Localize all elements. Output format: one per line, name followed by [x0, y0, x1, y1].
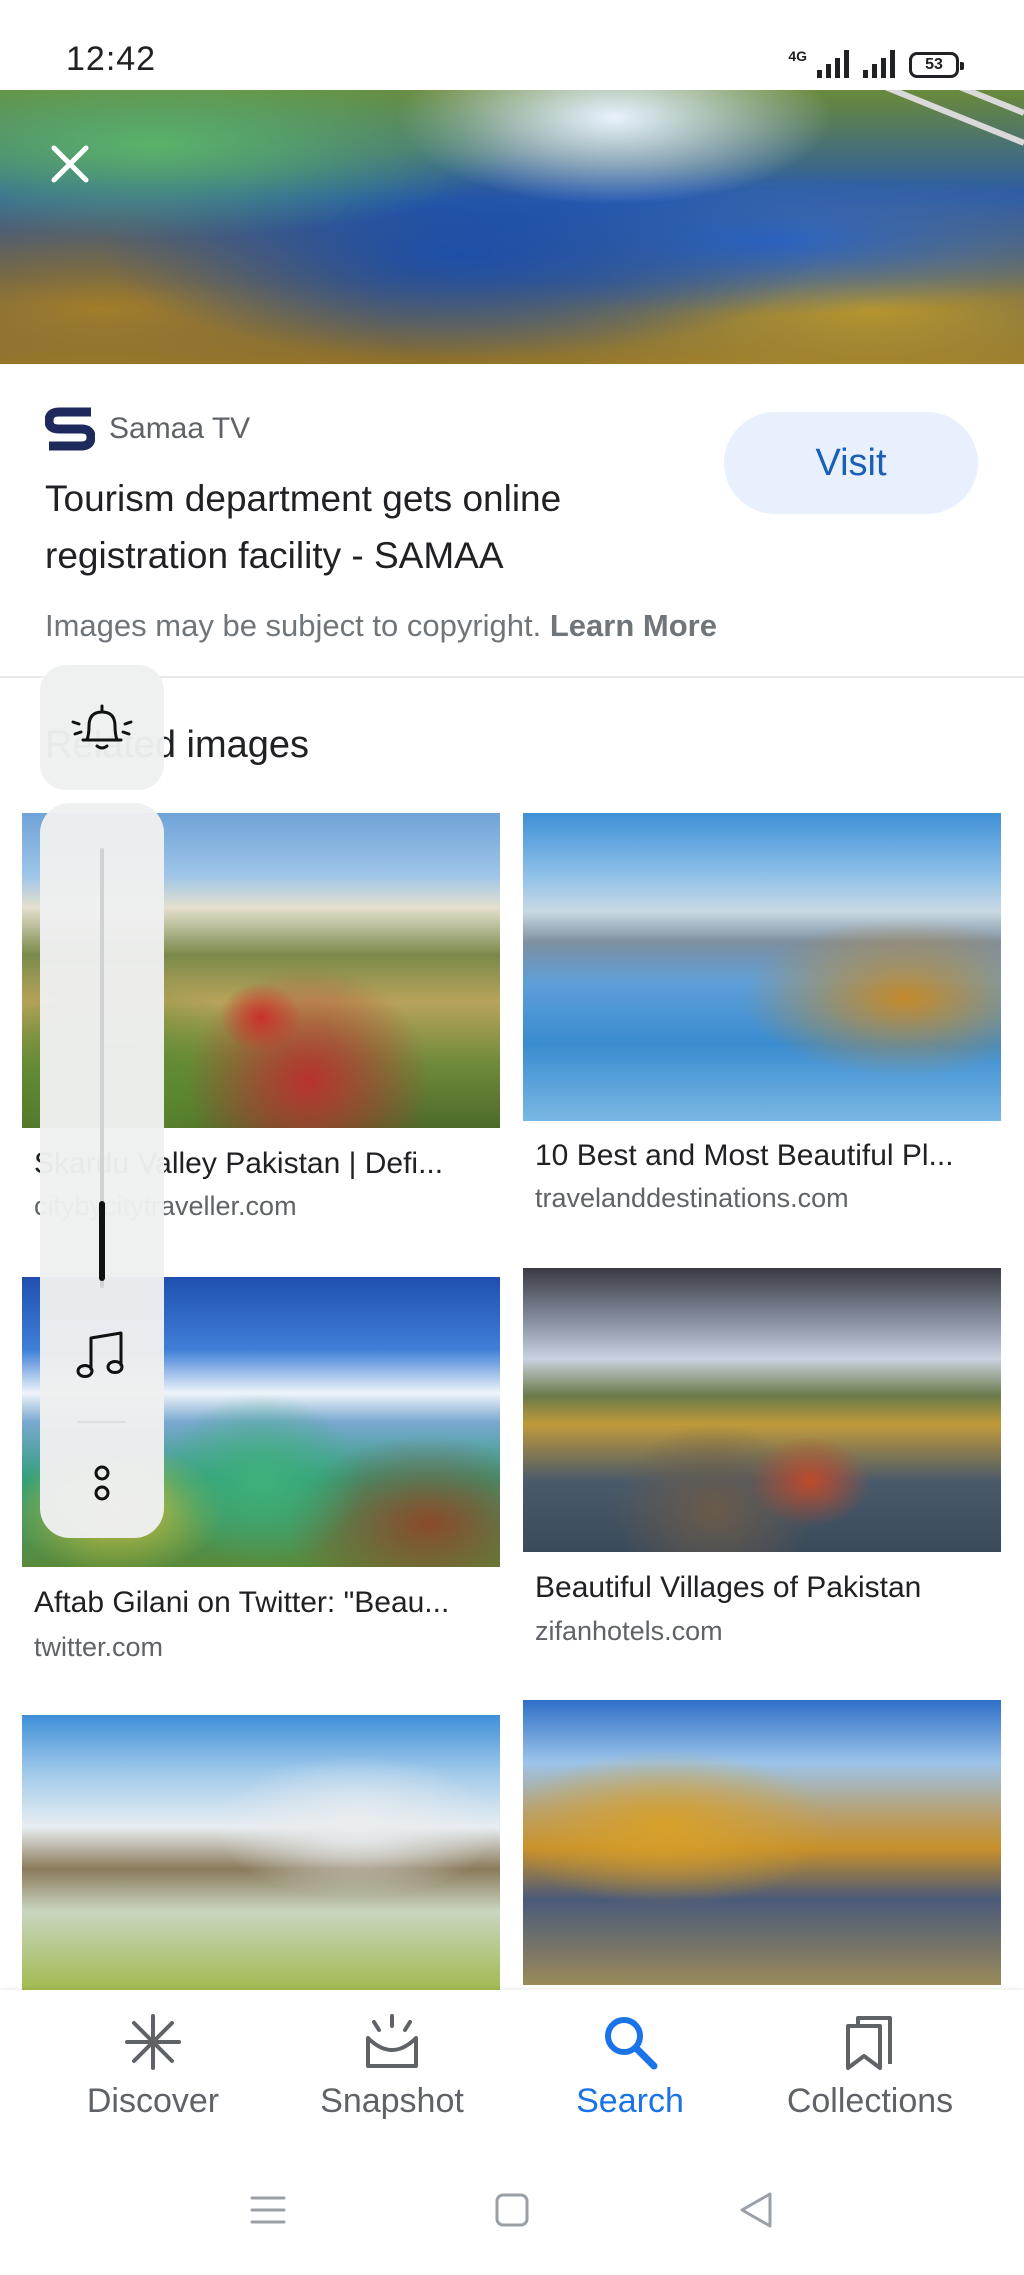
- recents-button[interactable]: [238, 2185, 298, 2235]
- status-bar: 12:42 4G 53: [0, 0, 1024, 90]
- back-button[interactable]: [726, 2185, 786, 2235]
- related-image[interactable]: [22, 1715, 500, 1990]
- status-indicators: 4G 53: [788, 44, 964, 78]
- status-time: 12:42: [66, 40, 157, 78]
- visit-button[interactable]: Visit: [724, 412, 978, 514]
- image-domain: twitter.com: [34, 1632, 164, 1662]
- home-square-icon: [495, 2193, 529, 2227]
- source-row[interactable]: Samaa TV: [45, 406, 250, 452]
- related-image-card[interactable]: 10 Best and Most Beautiful Pl... travela…: [523, 813, 1001, 1223]
- more-options-icon: [94, 1465, 110, 1501]
- related-image[interactable]: [523, 1268, 1001, 1552]
- mobile-signal-icon: [817, 50, 849, 78]
- nav-collections[interactable]: Collections: [760, 1990, 980, 2140]
- volume-panel-divider: [78, 1421, 126, 1423]
- ringer-mode-button[interactable]: [40, 665, 164, 790]
- related-image-card[interactable]: [523, 1700, 1001, 1990]
- menu-icon: [250, 2196, 286, 2224]
- media-volume-button[interactable]: [70, 1323, 134, 1387]
- related-image-card[interactable]: Beautiful Villages of Pakistan zifanhote…: [523, 1268, 1001, 1668]
- image-domain: zifanhotels.com: [535, 1616, 723, 1646]
- snapshot-icon: [362, 2012, 422, 2072]
- system-navigation-bar: [0, 2140, 1024, 2275]
- asterisk-icon: [123, 2012, 183, 2072]
- copyright-text: Images may be subject to copyright.: [45, 608, 542, 643]
- volume-more-button[interactable]: [80, 1458, 124, 1508]
- nav-snapshot[interactable]: Snapshot: [282, 1990, 502, 2140]
- nav-label: Snapshot: [320, 2082, 464, 2120]
- close-button[interactable]: [40, 134, 100, 194]
- related-image[interactable]: [523, 1700, 1001, 1985]
- music-note-icon: [76, 1331, 124, 1378]
- image-caption: Aftab Gilani on Twitter: "Beau...: [34, 1586, 450, 1619]
- copyright-notice: Images may be subject to copyright. Lear…: [45, 608, 717, 644]
- search-icon: [600, 2012, 660, 2072]
- image-caption: Beautiful Villages of Pakistan: [535, 1571, 922, 1604]
- back-triangle-icon: [740, 2192, 772, 2228]
- home-button[interactable]: [482, 2185, 542, 2235]
- nav-discover[interactable]: Discover: [43, 1990, 263, 2140]
- hero-image[interactable]: [0, 90, 1024, 364]
- bell-icon: [71, 704, 133, 749]
- battery-icon: 53: [909, 52, 964, 78]
- page-title[interactable]: Tourism department gets online registrat…: [45, 470, 685, 584]
- network-type-label: 4G: [788, 48, 807, 64]
- related-image-card[interactable]: [22, 1715, 500, 1990]
- battery-level: 53: [925, 56, 943, 73]
- nav-search[interactable]: Search: [520, 1990, 740, 2140]
- related-image[interactable]: [523, 813, 1001, 1121]
- nav-label: Search: [576, 2082, 684, 2120]
- image-caption: 10 Best and Most Beautiful Pl...: [535, 1139, 954, 1172]
- collections-icon: [840, 2012, 900, 2072]
- source-name: Samaa TV: [109, 412, 251, 445]
- image-domain: travelanddestinations.com: [535, 1183, 849, 1213]
- mobile-signal-2-icon: [863, 50, 895, 78]
- close-icon: [51, 145, 89, 183]
- volume-panel: [40, 803, 164, 1538]
- nav-label: Collections: [786, 2082, 954, 2120]
- volume-slider-fill: [99, 1201, 105, 1281]
- hero-image-detail: [744, 90, 1024, 116]
- bottom-navigation: Discover Snapshot Search Collections: [0, 1990, 1024, 2140]
- learn-more-link[interactable]: Learn More: [550, 608, 717, 643]
- nav-label: Discover: [86, 2082, 220, 2120]
- samaa-logo-icon: [45, 407, 95, 451]
